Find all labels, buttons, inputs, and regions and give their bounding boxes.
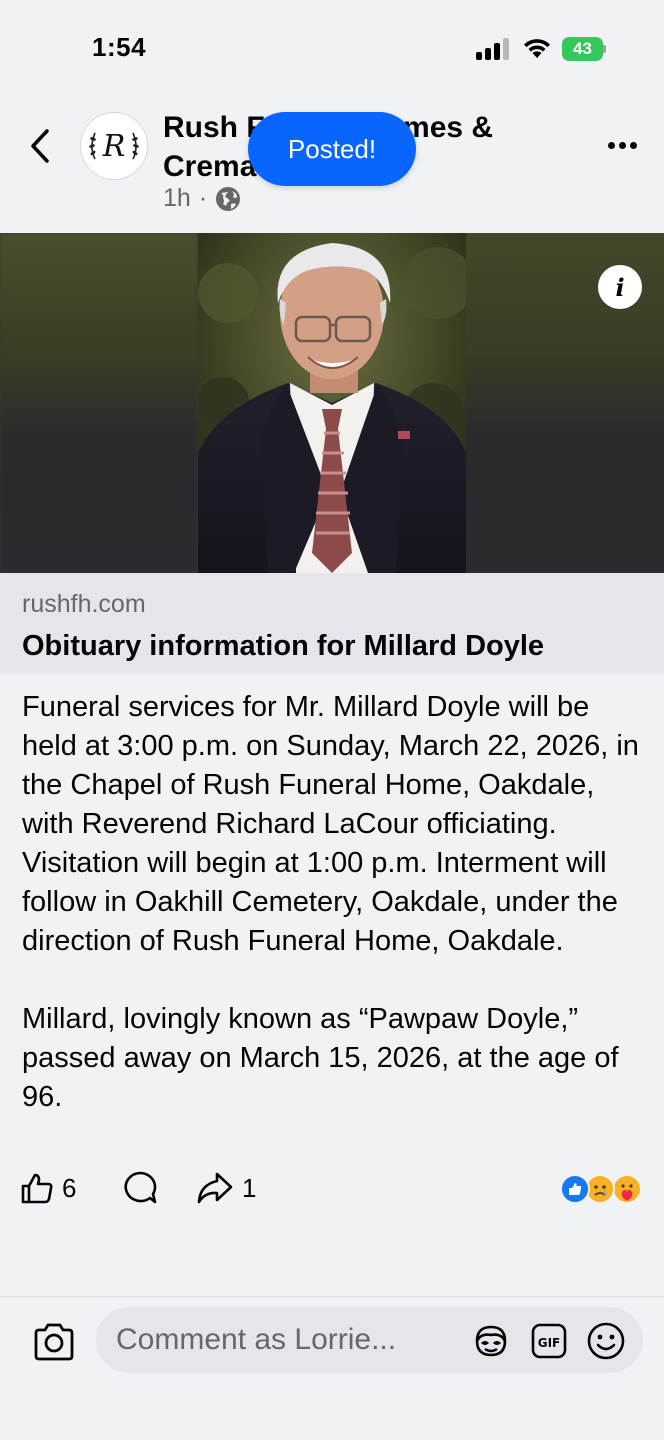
post-header: R Rush Funeral Homes & Crematory 1h · Po…	[0, 100, 664, 230]
battery-icon: 43	[562, 37, 606, 61]
posted-toast: Posted!	[248, 112, 416, 186]
avatar-sticker-button[interactable]	[471, 1321, 511, 1361]
like-icon	[21, 1173, 53, 1204]
emoji-button[interactable]	[586, 1321, 626, 1361]
post-body: Funeral services for Mr. Millard Doyle w…	[22, 688, 652, 1156]
status-time: 1:54	[92, 32, 147, 62]
gif-button[interactable]: GIF	[529, 1321, 569, 1361]
battery-level: 43	[562, 37, 603, 61]
emoji-icon	[587, 1322, 625, 1360]
camera-icon	[34, 1323, 74, 1361]
comment-bar: GIF	[0, 1296, 664, 1440]
link-preview[interactable]: rushfh.com Obituary information for Mill…	[0, 573, 664, 674]
post-paragraph: Funeral services for Mr. Millard Doyle w…	[22, 691, 639, 957]
wifi-icon	[522, 36, 552, 60]
portrait-photo	[198, 233, 466, 573]
back-button[interactable]	[22, 122, 58, 170]
post-paragraph: Millard, lovingly known as “Pawpaw Doyle…	[22, 1003, 619, 1113]
svg-text:GIF: GIF	[538, 1336, 561, 1350]
care-reaction-icon	[612, 1174, 642, 1204]
like-reaction-icon	[560, 1174, 590, 1204]
meta-separator: ·	[198, 184, 208, 212]
gif-icon: GIF	[531, 1323, 567, 1359]
link-domain: rushfh.com	[22, 590, 146, 618]
more-icon	[607, 141, 615, 149]
image-blur-left	[0, 233, 198, 573]
comment-icon	[124, 1171, 157, 1204]
reaction-summary[interactable]	[560, 1174, 644, 1206]
camera-button[interactable]	[32, 1321, 76, 1363]
avatar-sticker-icon	[475, 1325, 507, 1357]
like-button[interactable]: 6	[20, 1168, 76, 1208]
post-actions: 6 1	[20, 1168, 644, 1212]
share-button[interactable]: 1	[196, 1168, 256, 1208]
share-icon	[197, 1172, 233, 1204]
page-avatar[interactable]: R	[80, 112, 148, 180]
like-count: 6	[62, 1172, 77, 1203]
post-meta: 1h ·	[163, 184, 241, 213]
info-button[interactable]: i	[598, 265, 642, 309]
link-image[interactable]: i	[0, 233, 664, 573]
cellular-signal-icon	[476, 38, 510, 60]
svg-text:R: R	[102, 129, 126, 164]
monogram-logo-icon: R	[89, 129, 139, 164]
link-title: Obituary information for Millard Doyle	[22, 630, 545, 662]
info-icon: i	[615, 272, 625, 302]
back-chevron-icon	[31, 129, 49, 163]
share-count: 1	[242, 1172, 257, 1203]
more-options-button[interactable]	[602, 130, 642, 160]
post-time[interactable]: 1h	[163, 184, 191, 213]
globe-icon	[216, 186, 241, 211]
status-bar: 1:54 43	[0, 0, 664, 100]
battery-tip	[603, 45, 606, 53]
comment-button[interactable]	[122, 1168, 158, 1208]
